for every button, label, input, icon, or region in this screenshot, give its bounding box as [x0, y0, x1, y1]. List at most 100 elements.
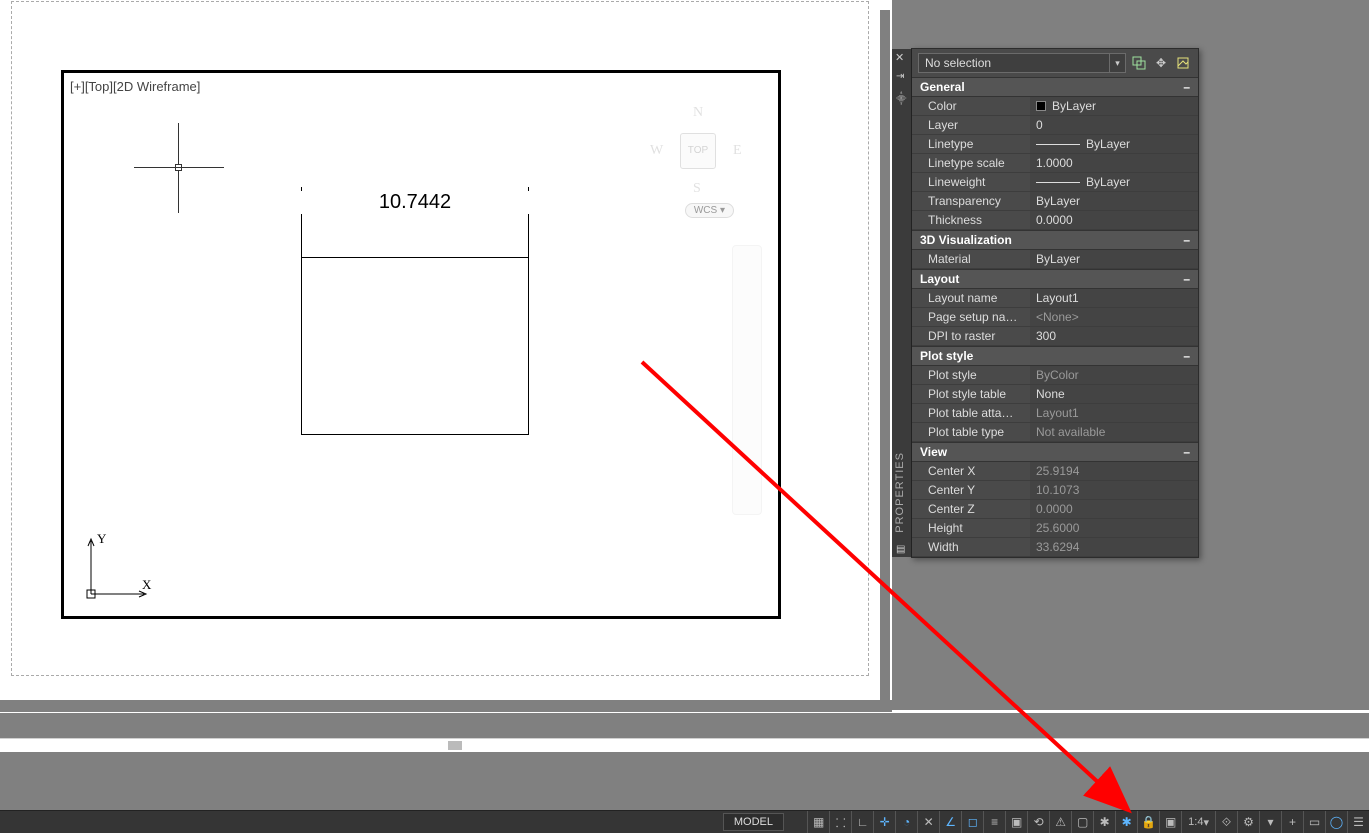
line-preview-icon [1036, 182, 1080, 183]
label-cx: Center X [912, 462, 1030, 480]
ucs-icon: Y X [84, 531, 154, 601]
label-color: Color [912, 97, 1030, 115]
label-plotattached: Plot table atta… [912, 404, 1030, 422]
value-plotstyle: ByColor [1030, 366, 1198, 384]
panel-title: PROPERTIES [894, 452, 906, 533]
page-shadow-right [880, 10, 890, 708]
value-layoutname[interactable]: Layout1 [1030, 289, 1198, 307]
label-material: Material [912, 250, 1030, 268]
label-width: Width [912, 538, 1030, 556]
annotation-monitor-icon[interactable]: ⚠ [1049, 811, 1071, 833]
quick-properties-icon[interactable]: + [1281, 811, 1303, 833]
value-thickness[interactable]: 0.0000 [1030, 211, 1198, 229]
section-layout[interactable]: Layout– [912, 269, 1198, 289]
value-cy: 10.1073 [1030, 481, 1198, 499]
svg-text:Y: Y [97, 531, 107, 546]
line-preview-icon [1036, 144, 1080, 145]
viewcube[interactable]: N S E W TOP [638, 93, 758, 213]
viewport-lock-icon[interactable]: 🔒 [1137, 811, 1159, 833]
layout-tabs-icon[interactable]: ▭ [1303, 811, 1325, 833]
layout-scrollbar[interactable] [0, 738, 1369, 752]
value-material[interactable]: ByLayer [1030, 250, 1198, 268]
label-thickness: Thickness [912, 211, 1030, 229]
scroll-thumb[interactable] [448, 741, 462, 750]
viewport-label[interactable]: [+][Top][2D Wireframe] [70, 79, 200, 94]
selection-cycling-icon[interactable]: ⟲ [1027, 811, 1049, 833]
units-icon[interactable]: ▾ [1259, 811, 1281, 833]
drawing-canvas[interactable]: [+][Top][2D Wireframe] 10.7442 N S E W T… [0, 0, 892, 700]
label-plotstyle: Plot style [912, 366, 1030, 384]
collapse-icon[interactable]: – [1183, 272, 1190, 286]
viewcube-south[interactable]: S [693, 181, 701, 197]
label-pagesetup: Page setup na… [912, 308, 1030, 326]
label-cy: Center Y [912, 481, 1030, 499]
viewcube-north[interactable]: N [693, 105, 703, 121]
value-lineweight[interactable]: ByLayer [1030, 173, 1198, 191]
rectangle-geometry[interactable] [301, 257, 529, 435]
value-linetype[interactable]: ByLayer [1030, 135, 1198, 153]
panel-menu-icon[interactable]: ▤ [896, 544, 905, 555]
viewcube-east[interactable]: E [733, 143, 742, 159]
transparency-icon[interactable]: ▣ [1005, 811, 1027, 833]
label-transparency: Transparency [912, 192, 1030, 210]
value-width: 33.6294 [1030, 538, 1198, 556]
label-lineweight: Lineweight [912, 173, 1030, 191]
toggle-pickadd-icon[interactable] [1174, 54, 1192, 72]
navigation-bar[interactable] [732, 245, 762, 515]
section-view[interactable]: View– [912, 442, 1198, 462]
lineweight-icon[interactable]: ≡ [983, 811, 1005, 833]
value-color[interactable]: ByLayer [1030, 97, 1198, 115]
scale-button[interactable]: 1:4 ▾ [1181, 811, 1215, 833]
value-dpi[interactable]: 300 [1030, 327, 1198, 345]
value-pagesetup[interactable]: <None> [1030, 308, 1198, 326]
chevron-down-icon[interactable]: ▾ [1109, 54, 1125, 72]
annotation-visibility-icon[interactable]: ✱ [1093, 811, 1115, 833]
scale-sync-icon[interactable]: ⟐ [1215, 811, 1237, 833]
snap-icon[interactable]: ⸬ [829, 811, 851, 833]
section-plot[interactable]: Plot style– [912, 346, 1198, 366]
workspace-switch-icon[interactable]: ⚙ [1237, 811, 1259, 833]
collapse-icon[interactable]: – [1183, 233, 1190, 247]
value-ltscale[interactable]: 1.0000 [1030, 154, 1198, 172]
quick-select-icon[interactable] [1130, 54, 1148, 72]
select-objects-icon[interactable]: ✥ [1152, 54, 1170, 72]
value-layer[interactable]: 0 [1030, 116, 1198, 134]
collapse-icon[interactable]: – [1183, 445, 1190, 459]
isoplane-icon[interactable]: ◔ [895, 811, 917, 833]
grid-icon[interactable]: ▦ [807, 811, 829, 833]
section-general[interactable]: General– [912, 77, 1198, 97]
label-dpi: DPI to raster [912, 327, 1030, 345]
annotation-autoscale-icon[interactable]: ✱ [1115, 811, 1137, 833]
selection-dropdown[interactable]: No selection ▾ [918, 53, 1126, 73]
layout-viewport[interactable]: [+][Top][2D Wireframe] 10.7442 N S E W T… [61, 70, 781, 619]
osnap-icon[interactable]: ∠ [939, 811, 961, 833]
options-icon[interactable]: ⸎ [896, 91, 906, 105]
label-linetype: Linetype [912, 135, 1030, 153]
pin-icon[interactable]: ⇥ [896, 71, 904, 82]
wcs-badge[interactable]: WCS ▾ [685, 203, 734, 218]
customize-icon[interactable]: ☰ [1347, 811, 1369, 833]
label-layoutname: Layout name [912, 289, 1030, 307]
collapse-icon[interactable]: – [1183, 349, 1190, 363]
3dosnap-icon[interactable]: ◻ [961, 811, 983, 833]
value-plottype: Not available [1030, 423, 1198, 441]
osnap-tracking-icon[interactable]: ✕ [917, 811, 939, 833]
viewport-max-icon[interactable]: ▢ [1071, 811, 1093, 833]
polar-icon[interactable]: ✛ [873, 811, 895, 833]
section-3dviz[interactable]: 3D Visualization– [912, 230, 1198, 250]
value-cz: 0.0000 [1030, 500, 1198, 518]
modelspace-button[interactable]: MODEL [723, 813, 784, 831]
collapse-icon[interactable]: – [1183, 80, 1190, 94]
close-icon[interactable]: ✕ [895, 51, 904, 64]
value-cx: 25.9194 [1030, 462, 1198, 480]
page-shadow-bottom [0, 700, 892, 712]
viewcube-top[interactable]: TOP [680, 133, 716, 169]
value-transparency[interactable]: ByLayer [1030, 192, 1198, 210]
ortho-icon[interactable]: ∟ [851, 811, 873, 833]
viewcube-west[interactable]: W [650, 143, 663, 159]
panel-rail: ✕ ⇥ ⸎ PROPERTIES ▤ [892, 49, 912, 557]
value-plottable[interactable]: None [1030, 385, 1198, 403]
viewport-scale-icon[interactable]: ▣ [1159, 811, 1181, 833]
label-height: Height [912, 519, 1030, 537]
hardware-accel-icon[interactable]: ◯ [1325, 811, 1347, 833]
